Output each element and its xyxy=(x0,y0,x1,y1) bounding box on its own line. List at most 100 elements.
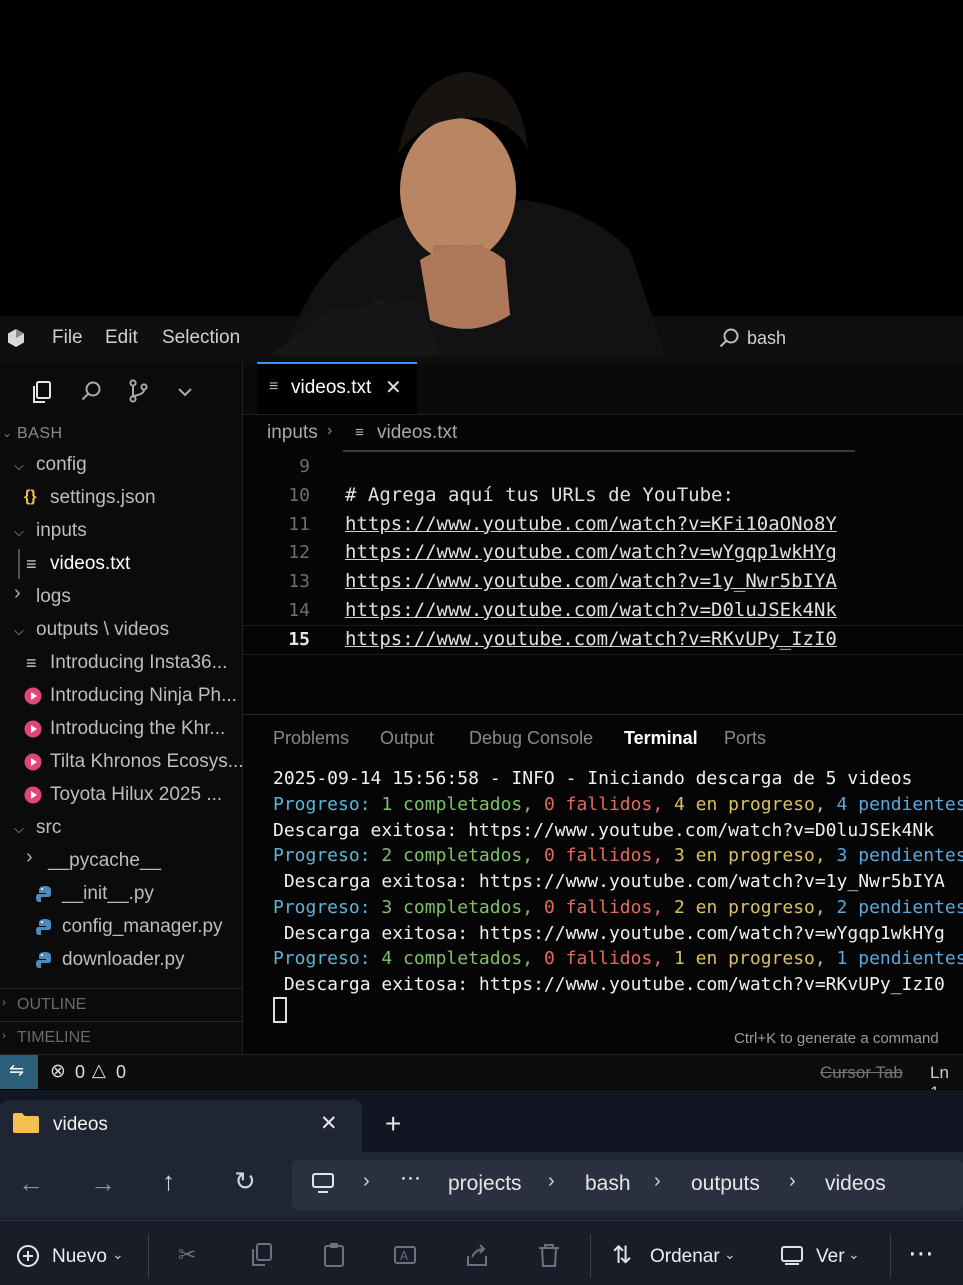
close-tab-icon[interactable]: ✕ xyxy=(320,1111,338,1136)
terminal-progress-line: Progreso: 1 completados, 0 fallidos, 4 e… xyxy=(273,794,963,815)
panel-tab-output[interactable]: Output xyxy=(380,728,434,749)
tree-item[interactable]: ⌵ config xyxy=(0,450,242,480)
tree-item[interactable]: downloader.py xyxy=(0,945,242,975)
tree-item[interactable]: ⌵ outputs \ videos xyxy=(0,615,242,645)
crumb-bash[interactable]: bash xyxy=(585,1172,631,1196)
warnings-count[interactable]: 0 xyxy=(116,1062,126,1083)
tree-item[interactable]: Introducing Ninja Ph... xyxy=(0,681,242,711)
terminal-success-line: Descarga exitosa: https://www.youtube.co… xyxy=(273,973,945,995)
close-tab-icon[interactable]: ✕ xyxy=(385,375,402,400)
cursor-tab-status[interactable]: Cursor Tab xyxy=(820,1063,903,1083)
tree-item[interactable]: ≡ videos.txt xyxy=(0,549,242,579)
tree-item[interactable]: __init__.py xyxy=(0,879,242,909)
workspace-header[interactable]: ⌄ BASH xyxy=(0,420,242,450)
errors-count[interactable]: 0 xyxy=(75,1062,85,1083)
tree-item[interactable]: › logs xyxy=(0,582,242,612)
command-search-box[interactable]: bash xyxy=(715,324,963,354)
terminal-hint: Ctrl+K to generate a command xyxy=(734,1030,939,1047)
explorer-tab-videos[interactable]: videos ✕ xyxy=(0,1100,362,1152)
sort-button[interactable]: ⇅ Ordenar ⌄ xyxy=(612,1236,742,1276)
warning-icon[interactable]: △ xyxy=(92,1060,106,1081)
svg-text:A: A xyxy=(400,1249,409,1263)
crumb-outputs[interactable]: outputs xyxy=(691,1172,760,1196)
up-arrow-icon[interactable]: ↑ xyxy=(162,1166,175,1197)
text-file-icon: ≡ xyxy=(26,653,37,673)
tree-item[interactable]: {} settings.json xyxy=(0,483,242,513)
delete-icon[interactable] xyxy=(536,1242,562,1268)
chevron-right-icon: › xyxy=(548,1170,555,1192)
command-search-text: bash xyxy=(747,328,787,348)
current-line-highlight xyxy=(243,625,963,655)
panel-tab-problems[interactable]: Problems xyxy=(273,728,349,749)
paste-icon[interactable] xyxy=(321,1242,347,1268)
tree-item[interactable]: Toyota Hilux 2025 ... xyxy=(0,780,242,810)
menu-file[interactable]: File xyxy=(52,327,83,349)
python-file-icon xyxy=(36,951,54,975)
presenter-webcam-overlay xyxy=(270,72,665,355)
forward-arrow-icon[interactable]: → xyxy=(90,1168,116,1199)
folder-icon xyxy=(13,1113,39,1133)
tree-item[interactable]: config_manager.py xyxy=(0,912,242,942)
share-icon[interactable] xyxy=(464,1242,490,1268)
crumb-projects[interactable]: projects xyxy=(448,1172,522,1196)
tree-item-label: src xyxy=(36,817,62,838)
new-button-label: Nuevo xyxy=(52,1246,107,1267)
code-line-url[interactable]: https://www.youtube.com/watch?v=wYgqp1wk… xyxy=(345,541,837,563)
copy-icon[interactable] xyxy=(249,1242,275,1268)
remote-icon: ⇋ xyxy=(9,1060,25,1080)
tree-item[interactable]: Tilta Khronos Ecosys... xyxy=(0,747,242,777)
menu-edit[interactable]: Edit xyxy=(105,327,138,349)
sort-arrows-icon: ⇅ xyxy=(612,1242,633,1269)
tree-item[interactable]: ⌵ src xyxy=(0,813,242,843)
chevron-down-icon: ⌄ xyxy=(724,1246,736,1262)
view-button[interactable]: Ver ⌄ xyxy=(778,1236,868,1276)
chevron-right-icon: › xyxy=(363,1170,370,1192)
chevron-down-icon: ⌵ xyxy=(14,458,24,473)
tree-item[interactable]: › __pycache__ xyxy=(0,846,242,876)
crumb-videos[interactable]: videos xyxy=(825,1172,886,1196)
status-bar: ⇋ ⊗ 0 △ 0 Cursor Tab Ln 1 xyxy=(0,1054,963,1102)
rename-icon[interactable]: A xyxy=(392,1242,418,1268)
breadcrumb-inputs[interactable]: inputs xyxy=(267,422,318,444)
refresh-icon[interactable]: ↻ xyxy=(234,1166,256,1197)
more-locations-icon[interactable]: ⋯ xyxy=(400,1166,421,1191)
new-button[interactable]: Nuevo ⌄ xyxy=(14,1236,134,1276)
new-tab-plus-icon[interactable]: + xyxy=(385,1108,401,1140)
tab-videos-txt[interactable]: ≡ videos.txt ✕ xyxy=(257,362,417,414)
files-icon[interactable] xyxy=(30,380,52,404)
app-logo-icon xyxy=(8,329,24,347)
source-control-icon[interactable] xyxy=(127,379,149,403)
code-line-url[interactable]: https://www.youtube.com/watch?v=D0luJSEk… xyxy=(345,599,837,621)
video-file-icon xyxy=(24,687,42,711)
line-number: 11 xyxy=(288,513,310,535)
outline-section[interactable]: › OUTLINE xyxy=(0,988,242,1019)
more-options-icon[interactable]: ⋯ xyxy=(908,1238,936,1269)
cut-icon[interactable]: ✂ xyxy=(178,1242,196,1268)
tree-item[interactable]: ⌵ inputs xyxy=(0,516,242,546)
outline-label: OUTLINE xyxy=(17,996,87,1013)
tree-item[interactable]: ≡ Introducing Insta36... xyxy=(0,648,242,678)
menu-selection[interactable]: Selection xyxy=(162,327,240,349)
breadcrumb-videos-txt[interactable]: videos.txt xyxy=(377,422,457,444)
code-line-url[interactable]: https://www.youtube.com/watch?v=1y_Nwr5b… xyxy=(345,570,837,592)
errors-icon[interactable]: ⊗ xyxy=(50,1060,66,1083)
tree-item-label: Tilta Khronos Ecosys... xyxy=(50,751,242,772)
code-line-url[interactable]: https://www.youtube.com/watch?v=KFi10aON… xyxy=(345,513,837,535)
chevron-down-icon[interactable] xyxy=(177,386,193,398)
tree-item[interactable]: Introducing the Khr... xyxy=(0,714,242,744)
back-arrow-icon[interactable]: ← xyxy=(18,1168,44,1199)
timeline-section[interactable]: › TIMELINE xyxy=(0,1021,242,1052)
terminal-progress-line: Progreso: 4 completados, 0 fallidos, 1 e… xyxy=(273,948,963,970)
remote-indicator[interactable]: ⇋ xyxy=(0,1055,38,1089)
editor-breadcrumb: inputs › ≡ videos.txt xyxy=(243,414,963,452)
panel-tab-ports[interactable]: Ports xyxy=(724,728,766,749)
tab-label: videos.txt xyxy=(291,377,372,398)
panel-tab-terminal[interactable]: Terminal xyxy=(624,728,698,749)
tree-item-label: logs xyxy=(36,586,71,607)
terminal-progress-line: Progreso: 2 completados, 0 fallidos, 3 e… xyxy=(273,845,963,867)
tree-item-label: Introducing the Khr... xyxy=(50,718,226,739)
panel-tab-debug-console[interactable]: Debug Console xyxy=(469,728,593,749)
tree-item-label: outputs \ videos xyxy=(36,619,170,640)
tree-item-label: __init__.py xyxy=(62,883,154,904)
search-sidebar-icon[interactable] xyxy=(80,380,102,402)
